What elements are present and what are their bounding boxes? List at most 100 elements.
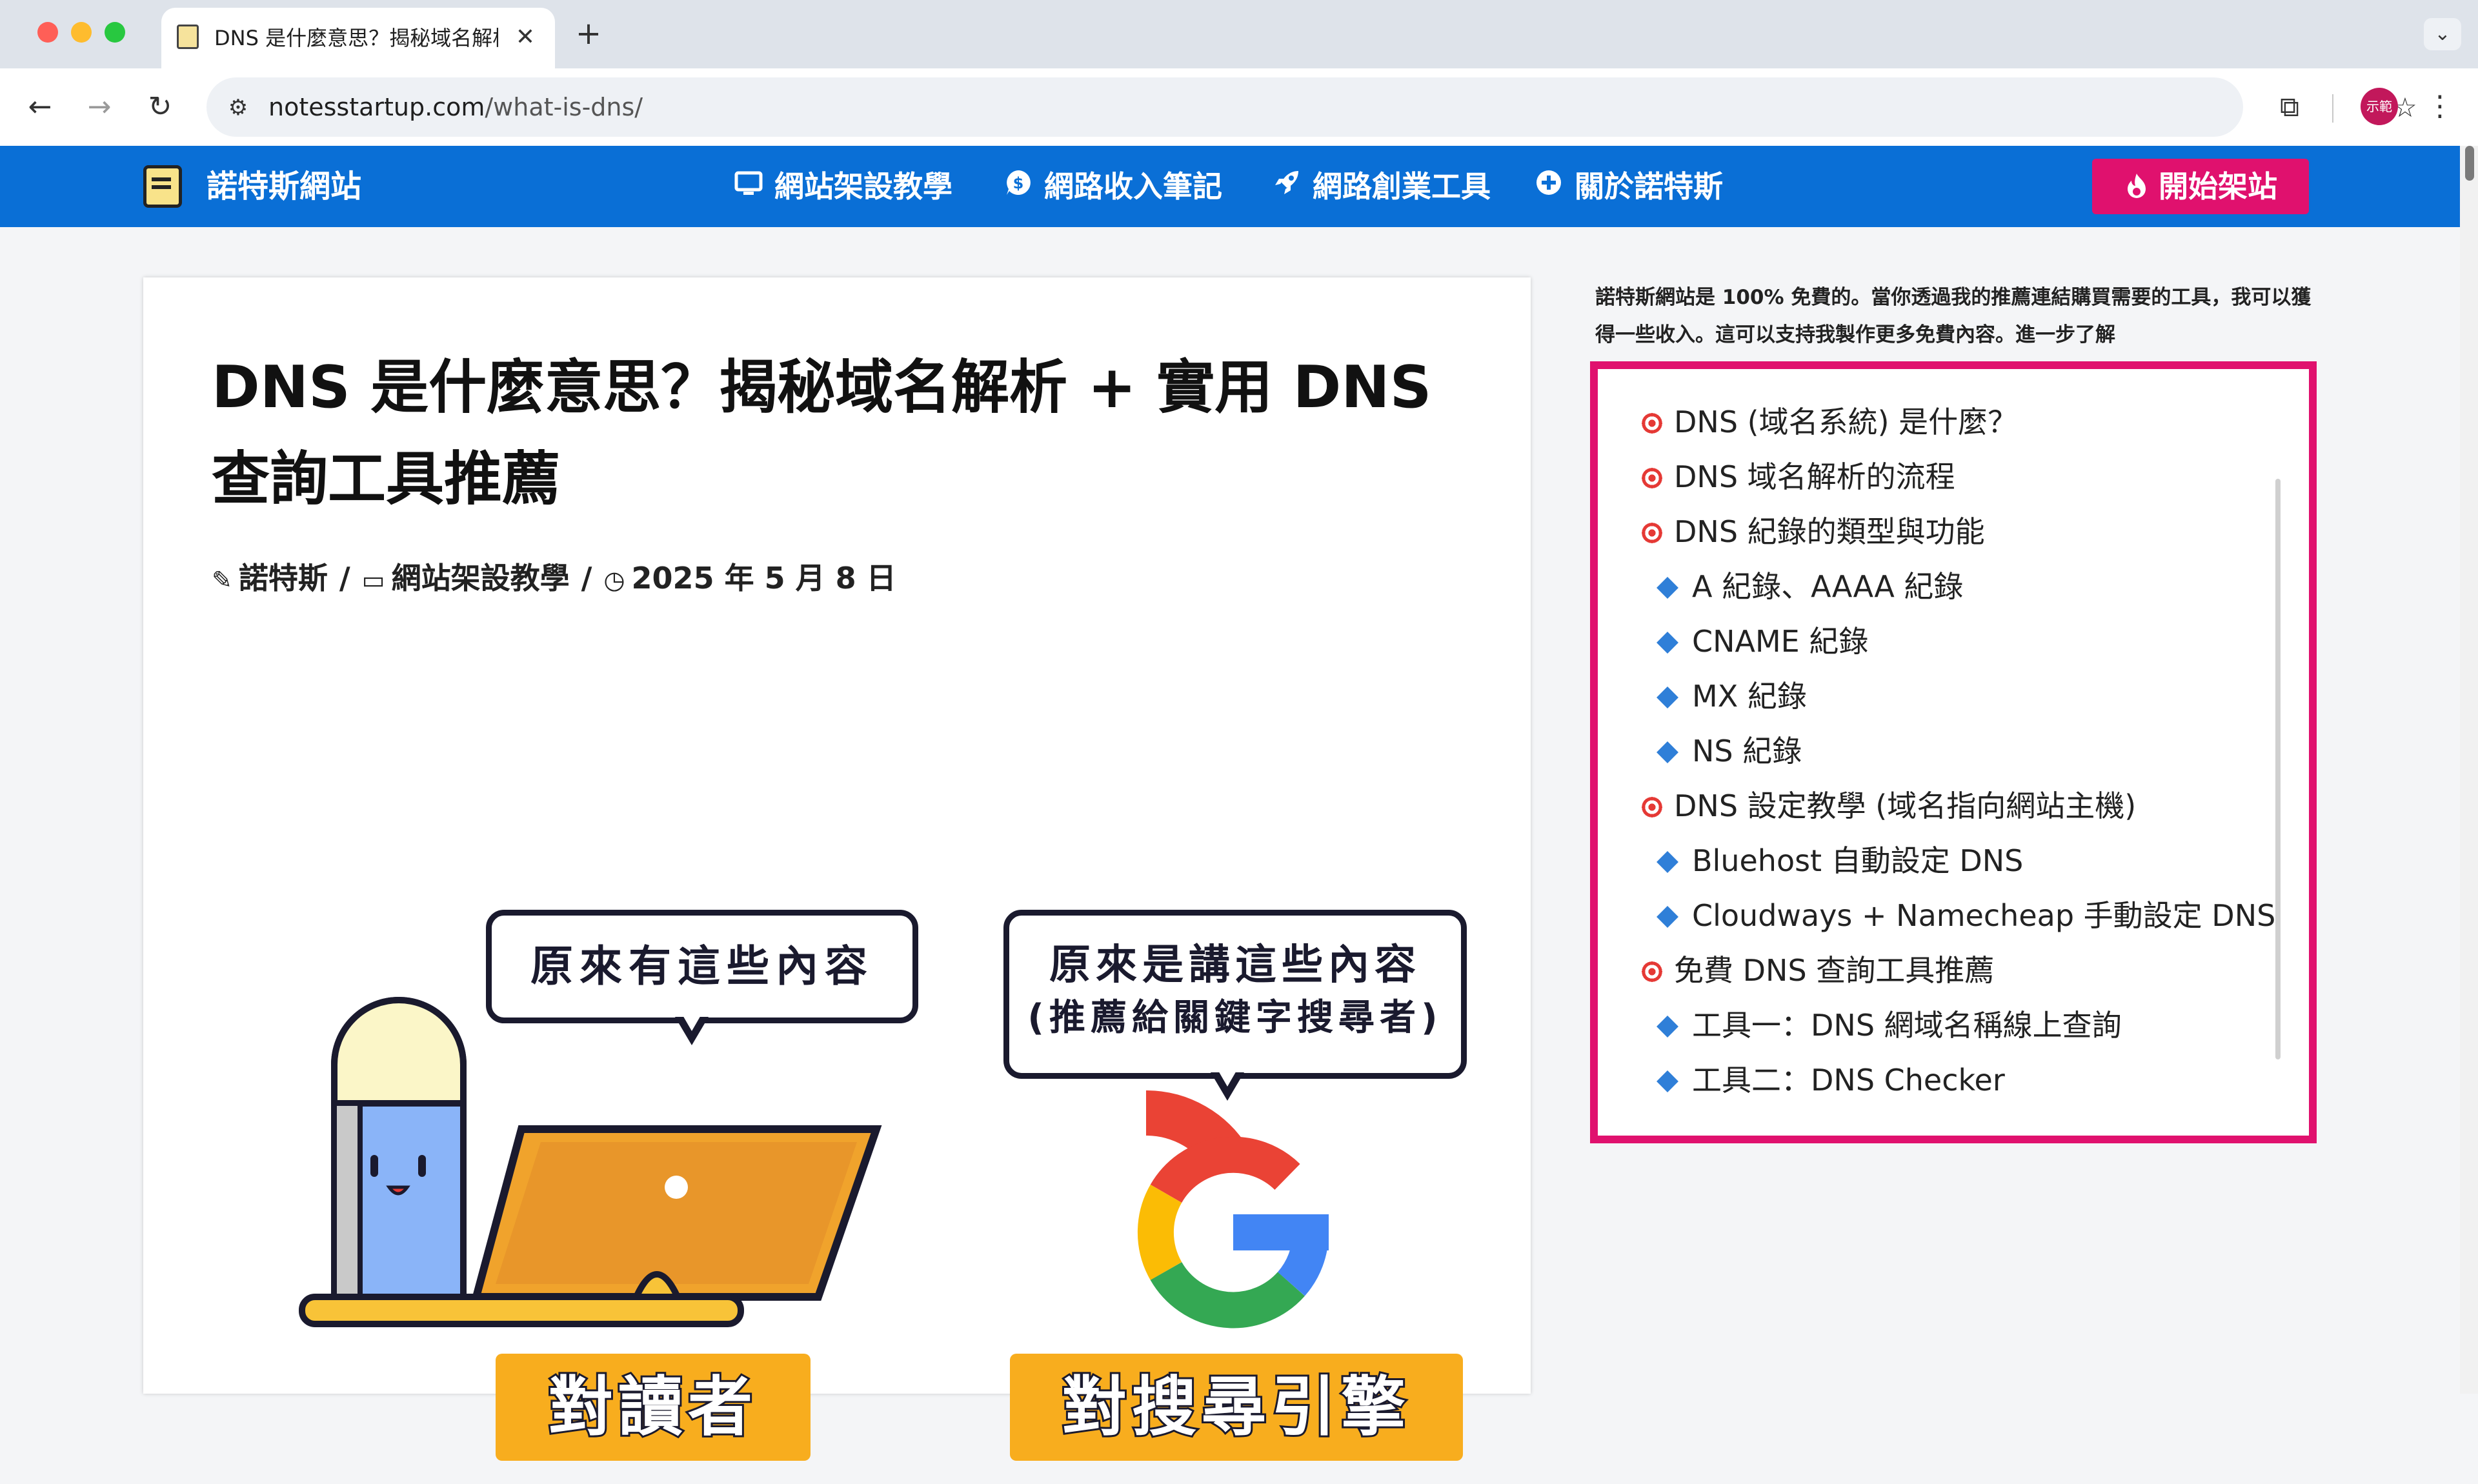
blue-diamond-icon <box>1657 1070 1678 1092</box>
toc-item-label: DNS (域名系統) 是什麼？ <box>1674 405 2018 439</box>
start-website-button[interactable]: 開始架站 <box>2092 159 2309 214</box>
toc-item[interactable]: MX 紀錄 <box>1598 669 2309 724</box>
meta-separator: / <box>339 561 350 596</box>
toc-item-label: DNS 紀錄的類型與功能 <box>1674 514 1985 549</box>
toc-item[interactable]: DNS 設定教學 (域名指向網站主機) <box>1598 779 2309 834</box>
site-favicon-icon <box>177 25 199 49</box>
toc-item-label: DNS 設定教學 (域名指向網站主機) <box>1674 788 2137 823</box>
nav-label: 網路創業工具 <box>1313 169 1491 204</box>
zoom-window-button[interactable] <box>105 22 125 43</box>
category-link[interactable]: 網站架設教學 <box>392 561 570 596</box>
blue-diamond-icon <box>1657 631 1678 654</box>
profile-avatar[interactable]: 示範 <box>2361 88 2398 125</box>
toc-item-label: Bluehost 自動設定 DNS <box>1692 843 2024 878</box>
blue-diamond-icon <box>1657 741 1678 763</box>
author-link[interactable]: 諾特斯 <box>239 561 328 596</box>
toc-item-label: CNAME 紀錄 <box>1692 624 1869 659</box>
toc-item[interactable]: CNAME 紀錄 <box>1598 614 2309 669</box>
nav-item-about[interactable]: 關於諾特斯 <box>1531 146 1723 227</box>
toc-item[interactable]: 工具一：DNS 網域名稱線上查詢 <box>1598 998 2309 1053</box>
speech-bubble-reader: 原來有這些內容 <box>486 910 918 1023</box>
toc-item[interactable]: 免費 DNS 查詢工具推薦 <box>1598 943 2309 998</box>
extensions-puzzle-icon[interactable]: ⧉ <box>2269 86 2310 128</box>
plus-circle-icon <box>1531 147 1567 228</box>
dart-target-icon <box>1640 796 1664 819</box>
site-header: 諾特斯網站 網站架設教學 $ 網路收入筆記 網路創業工具 關於諾特斯 開始架站 <box>0 146 2478 227</box>
tab-search-chevron-icon[interactable]: ⌄ <box>2424 18 2461 50</box>
close-window-button[interactable] <box>37 22 58 43</box>
url-text[interactable]: notesstartup.com/what-is-dns/ <box>268 77 643 137</box>
new-tab-button[interactable]: + <box>570 17 607 53</box>
blue-diamond-icon <box>1657 1015 1678 1038</box>
toc-item[interactable]: DNS (域名系統) 是什麼？ <box>1598 395 2309 450</box>
toc-item-label: Cloudways + Namecheap 手動設定 DNS <box>1692 898 2276 933</box>
toc-item-label: 免費 DNS 查詢工具推薦 <box>1674 953 1995 988</box>
page-scrollbar-thumb[interactable] <box>2465 146 2474 181</box>
dart-target-icon <box>1640 960 1664 983</box>
toc-item[interactable]: Bluehost 自動設定 DNS <box>1598 834 2309 888</box>
forward-arrow-icon[interactable]: → <box>80 88 119 126</box>
page-scrollbar[interactable] <box>2460 146 2478 1394</box>
speech-bubble-tail <box>1211 1070 1244 1101</box>
clock-icon: ◷ <box>603 566 625 594</box>
browser-tab-bar: DNS 是什麼意思？揭秘域名解析 ✕ + ⌄ <box>0 0 2478 68</box>
label-for-search-engine: 對搜尋引擎 <box>1010 1354 1463 1461</box>
nav-item-startup-tools[interactable]: 網路創業工具 <box>1269 146 1491 227</box>
blue-diamond-icon <box>1657 576 1678 599</box>
site-logo-icon[interactable] <box>143 165 182 208</box>
svg-text:$: $ <box>1013 174 1024 192</box>
toc-item-label: 工具一：DNS 網域名稱線上查詢 <box>1692 1008 2122 1043</box>
minimize-window-button[interactable] <box>71 22 92 43</box>
tab-title: DNS 是什麼意思？揭秘域名解析 <box>214 26 498 50</box>
toc-item-label: A 紀錄、AAAA 紀錄 <box>1692 569 1964 604</box>
nav-item-website-tutorials[interactable]: 網站架設教學 <box>730 146 952 227</box>
active-tab[interactable]: DNS 是什麼意思？揭秘域名解析 ✕ <box>161 8 555 68</box>
toc-item-label: 工具二：DNS Checker <box>1692 1063 2005 1098</box>
rocket-icon <box>1269 147 1305 228</box>
blue-diamond-icon <box>1657 905 1678 928</box>
speech-bubble-search-engine: 原來是講這些內容 (推薦給關鍵字搜尋者) <box>1003 910 1467 1079</box>
browser-toolbar: ← → ↻ ⚙ notesstartup.com/what-is-dns/ ☆ … <box>0 68 2478 146</box>
nav-label: 關於諾特斯 <box>1575 169 1723 204</box>
toc-item[interactable]: DNS 域名解析的流程 <box>1598 450 2309 505</box>
label-for-readers: 對讀者 <box>496 1354 811 1461</box>
blue-diamond-icon <box>1657 686 1678 708</box>
toc-item[interactable]: NS 紀錄 <box>1598 724 2309 779</box>
feather-icon: ✎ <box>212 566 232 594</box>
address-bar[interactable]: ⚙ notesstartup.com/what-is-dns/ ☆ <box>206 77 2417 137</box>
toc-item[interactable]: A 紀錄、AAAA 紀錄 <box>1598 559 2309 614</box>
toc-scrollbar[interactable] <box>2275 479 2281 1059</box>
back-arrow-icon[interactable]: ← <box>21 88 59 126</box>
dart-target-icon <box>1640 466 1664 490</box>
site-name[interactable]: 諾特斯網站 <box>206 146 361 227</box>
meta-separator: / <box>581 561 592 596</box>
toc-item-label: DNS 域名解析的流程 <box>1674 459 1955 494</box>
url-path: /what-is-dns/ <box>485 93 643 121</box>
table-of-contents: DNS (域名系統) 是什麼？ DNS 域名解析的流程 DNS 紀錄的類型與功能… <box>1590 361 2317 1143</box>
speech-bubble-tail <box>675 1014 709 1045</box>
dart-target-icon <box>1640 412 1664 435</box>
tab-close-icon[interactable]: ✕ <box>510 22 541 53</box>
article-title: DNS 是什麼意思？揭秘域名解析 + 實用 DNS 查詢工具推薦 <box>212 354 1432 513</box>
affiliate-disclosure[interactable]: 諾特斯網站是 100% 免費的。當你透過我的推薦連結購買需要的工具，我可以獲得一… <box>1595 279 2318 354</box>
reload-icon[interactable]: ↻ <box>141 88 179 126</box>
toc-list: DNS (域名系統) 是什麼？ DNS 域名解析的流程 DNS 紀錄的類型與功能… <box>1598 395 2309 1108</box>
publish-date: 2025 年 5 月 8 日 <box>631 561 896 596</box>
toc-item-label: NS 紀錄 <box>1692 734 1802 768</box>
toolbar-divider <box>2332 94 2333 123</box>
more-menu-icon[interactable]: ⋮ <box>2421 88 2459 125</box>
dart-target-icon <box>1640 521 1664 545</box>
bubble-line-2: (推薦給關鍵字搜尋者) <box>1027 997 1443 1039</box>
article-feature-illustration: 原來有這些內容 原來是講這些內容 (推薦給關鍵字搜尋者) 對讀者 對搜尋引擎 <box>283 910 1467 1484</box>
bubble-line-1: 原來是講這些內容 <box>1049 941 1421 989</box>
dollar-icon: $ <box>1000 147 1036 228</box>
fire-icon <box>2124 159 2150 214</box>
nav-item-income-notes[interactable]: $ 網路收入筆記 <box>1000 146 1222 227</box>
toc-item[interactable]: Cloudways + Namecheap 手動設定 DNS <box>1598 888 2309 943</box>
article-meta: ✎ 諾特斯 / ▭ 網站架設教學 / ◷ 2025 年 5 月 8 日 <box>212 559 896 597</box>
toc-item[interactable]: DNS 紀錄的類型與功能 <box>1598 505 2309 559</box>
site-info-icon[interactable]: ⚙ <box>221 90 256 125</box>
toc-item[interactable]: 工具二：DNS Checker <box>1598 1053 2309 1108</box>
nav-label: 網站架設教學 <box>774 169 952 204</box>
nav-label: 網路收入筆記 <box>1044 169 1222 204</box>
